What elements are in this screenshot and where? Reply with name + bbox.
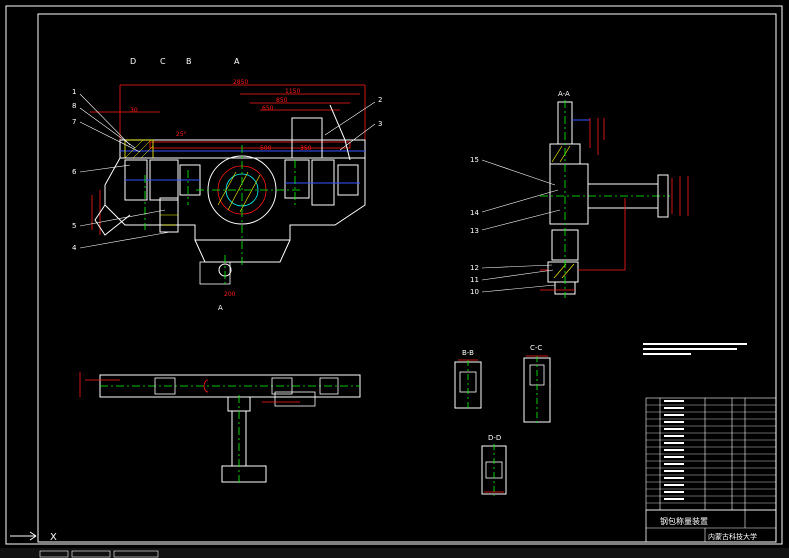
bom-cell-block	[664, 470, 684, 472]
svg-text:12: 12	[470, 264, 479, 272]
svg-text:A: A	[218, 304, 223, 312]
svg-text:A: A	[234, 57, 240, 66]
cad-drawing-canvas[interactable]: D C B A 2850 1150 850 650 500 350 30 25°	[0, 0, 789, 558]
school-name: 内蒙古科技大学	[708, 532, 757, 541]
front-view[interactable]: 2850 1150 850 650 500 350 30 25° 200 1 8…	[72, 79, 382, 312]
bom-cell-block	[664, 477, 684, 479]
svg-text:3: 3	[378, 120, 382, 128]
svg-text:6: 6	[72, 168, 77, 176]
bom-cell-block	[664, 456, 684, 458]
svg-text:25°: 25°	[176, 131, 187, 138]
section-dd[interactable]: D-D	[481, 434, 507, 496]
svg-text:30: 30	[130, 107, 138, 114]
svg-text:2850: 2850	[233, 79, 248, 86]
svg-text:A-A: A-A	[558, 90, 570, 98]
inner-frame	[37, 13, 777, 543]
svg-text:4: 4	[72, 244, 77, 252]
bom-cell-block	[664, 449, 684, 451]
bom-cell-block	[664, 491, 684, 493]
svg-text:11: 11	[470, 276, 479, 284]
section-cc[interactable]: C-C	[523, 344, 551, 424]
svg-text:D-D: D-D	[488, 434, 501, 442]
svg-text:15: 15	[470, 156, 479, 164]
svg-text:D: D	[130, 57, 136, 66]
bom-cell-block	[664, 400, 684, 402]
bom-cell-block	[664, 407, 684, 409]
bom-cell-block	[664, 421, 684, 423]
svg-text:200: 200	[224, 291, 236, 298]
svg-text:13: 13	[470, 227, 479, 235]
svg-text:1: 1	[72, 88, 76, 96]
svg-text:C: C	[160, 57, 166, 66]
bom-cell-block	[664, 428, 684, 430]
svg-text:850: 850	[276, 97, 288, 104]
bom-cell-block	[664, 435, 684, 437]
section-aa[interactable]: A-A 15 14 13 12 11 10	[470, 90, 689, 298]
svg-text:10: 10	[470, 288, 479, 296]
plan-view[interactable]	[79, 372, 361, 486]
svg-text:B-B: B-B	[462, 349, 474, 357]
bom-cell-block	[664, 463, 684, 465]
svg-text:7: 7	[72, 118, 76, 126]
bom-cell-block	[664, 414, 684, 416]
bom-cell-block	[664, 442, 684, 444]
title-block: 钢包称量装置 内蒙古科技大学	[645, 509, 777, 543]
svg-text:5: 5	[72, 222, 76, 230]
bom-cell-block	[664, 498, 684, 500]
technical-notes	[643, 343, 747, 355]
svg-text:8: 8	[72, 102, 76, 110]
svg-text:1150: 1150	[285, 88, 300, 95]
ucs-axis-icon: X	[10, 531, 57, 543]
svg-text:2: 2	[378, 96, 382, 104]
svg-text:X: X	[50, 532, 57, 543]
svg-text:14: 14	[470, 209, 479, 217]
svg-text:C-C: C-C	[530, 344, 542, 352]
layout-tabs-strip[interactable]	[0, 548, 789, 558]
top-marks: D C B A	[130, 57, 240, 66]
svg-text:B: B	[186, 57, 192, 66]
bom-rows	[646, 400, 776, 504]
svg-text:650: 650	[262, 105, 274, 112]
bom-cell-block	[664, 484, 684, 486]
section-bb[interactable]: B-B	[454, 349, 482, 410]
drawing-title: 钢包称量装置	[660, 516, 708, 526]
